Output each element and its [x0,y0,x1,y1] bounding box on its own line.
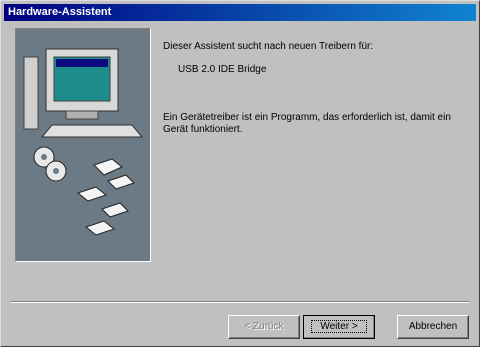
description-text: Ein Gerätetreiber ist ein Programm, das … [163,112,451,135]
device-name: USB 2.0 IDE Bridge [178,64,267,75]
button-separator-highlight [11,302,469,303]
cancel-button[interactable]: Abbrechen [397,315,469,339]
next-button[interactable]: Weiter > [303,315,375,339]
wizard-window: Hardware-Assistent Dieser Assistent such… [0,0,480,347]
window-title: Hardware-Assistent [4,4,476,21]
computer-illustration-icon [23,48,144,236]
back-button[interactable]: < Zurück [228,315,300,339]
next-button-label: Weiter > [311,320,367,333]
intro-text: Dieser Assistent sucht nach neuen Treibe… [163,41,374,52]
wizard-illustration-panel [15,28,151,262]
